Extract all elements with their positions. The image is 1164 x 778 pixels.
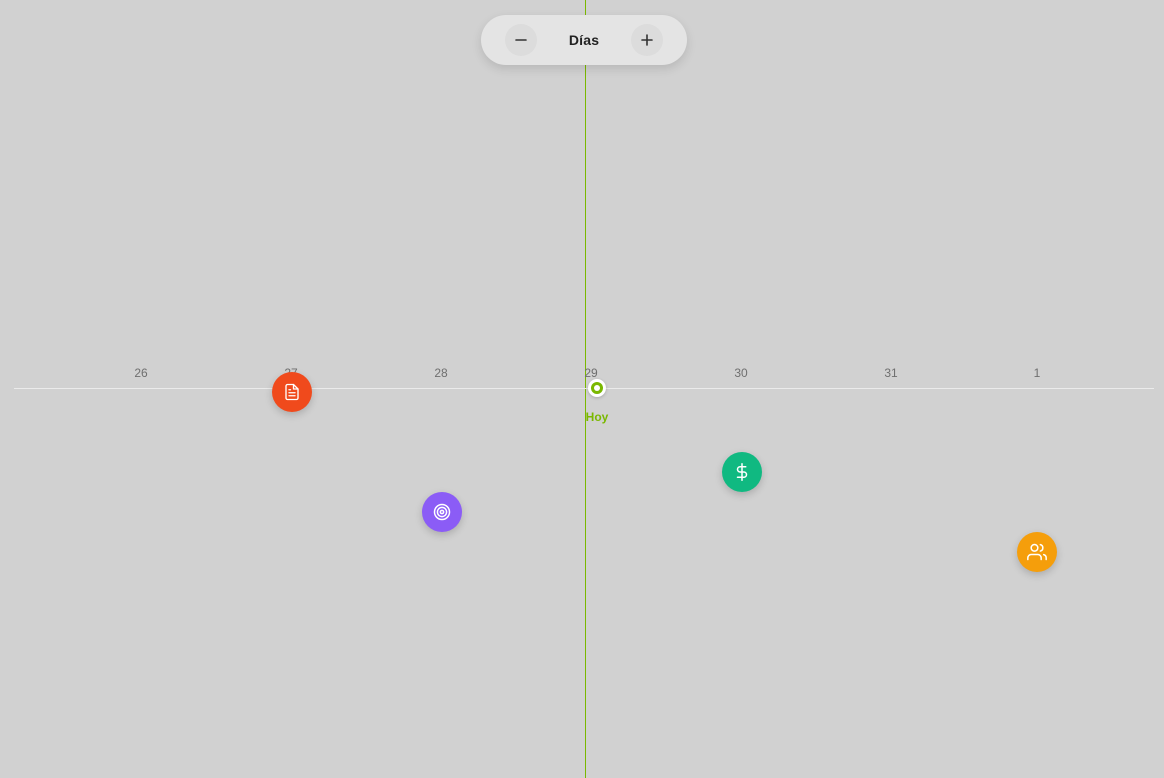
document-icon [285,383,299,401]
date-tick: 1 [1033,366,1041,380]
date-tick: 30 [734,366,748,380]
zoom-out-button[interactable] [505,24,537,56]
timeline-axis [14,388,1154,389]
today-label: Hoy [585,410,609,424]
date-tick: 31 [884,366,898,380]
event-document[interactable] [272,372,312,412]
today-marker[interactable] [588,379,606,397]
today-line [585,0,586,778]
event-dollar[interactable] [722,452,762,492]
minus-icon [515,39,527,41]
zoom-in-button[interactable] [631,24,663,56]
event-users[interactable] [1017,532,1057,572]
zoom-level-label: Días [568,32,600,48]
event-target[interactable] [422,492,462,532]
plus-icon [641,34,653,46]
target-icon [433,503,451,521]
zoom-control: Días [481,15,687,65]
timeline-canvas[interactable]: Días 26 27 28 29 30 31 1 Hoy [0,0,1164,778]
dollar-icon [736,463,748,481]
date-tick: 26 [134,366,148,380]
date-tick: 28 [434,366,448,380]
users-icon [1027,543,1047,561]
date-tick: 29 [584,366,598,380]
